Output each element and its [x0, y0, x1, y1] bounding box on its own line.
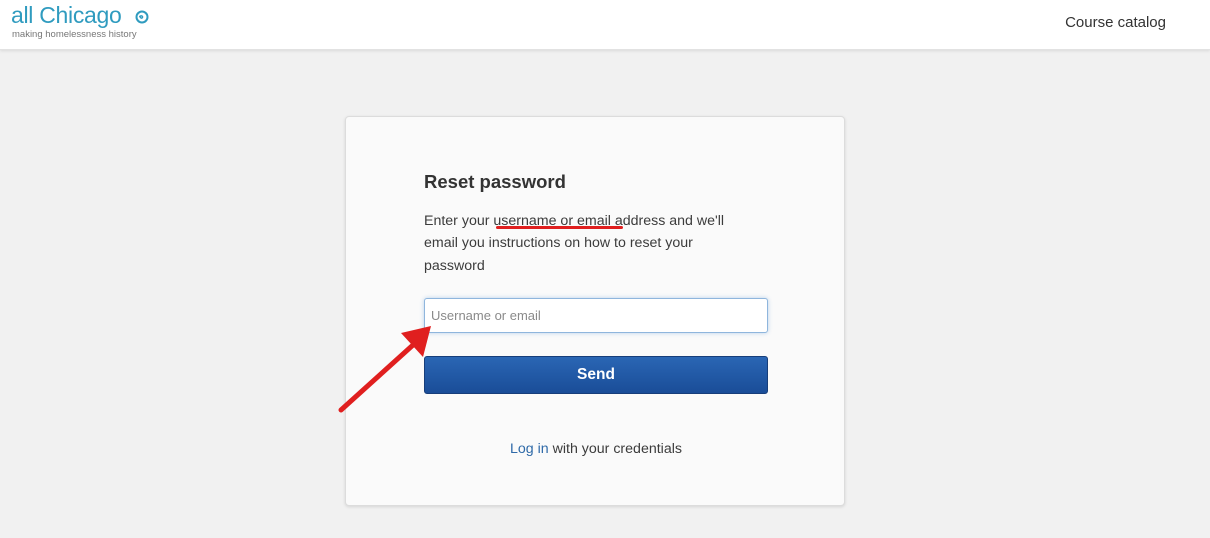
login-prompt: Log in with your credentials: [346, 441, 846, 457]
username-email-input[interactable]: [424, 298, 768, 333]
login-rest-text: with your credentials: [548, 441, 682, 457]
instructions-before: Enter your: [424, 213, 494, 229]
logo-name: all Chicago: [11, 2, 122, 28]
nav-course-catalog[interactable]: Course catalog: [1065, 14, 1166, 31]
instructions-text: Enter your username or email address and…: [424, 210, 754, 277]
reset-password-card: Reset password Enter your username or em…: [345, 116, 845, 506]
logo-tagline: making homelessness history: [12, 29, 137, 40]
page-title: Reset password: [424, 171, 566, 192]
login-link[interactable]: Log in: [510, 441, 549, 457]
top-navbar: all Chicago making homelessness history …: [0, 0, 1210, 50]
site-logo[interactable]: all Chicago making homelessness history: [11, 2, 151, 42]
red-underline-mark: [496, 226, 623, 229]
logo-swirl-icon: [135, 10, 149, 24]
send-button[interactable]: Send: [424, 356, 768, 394]
